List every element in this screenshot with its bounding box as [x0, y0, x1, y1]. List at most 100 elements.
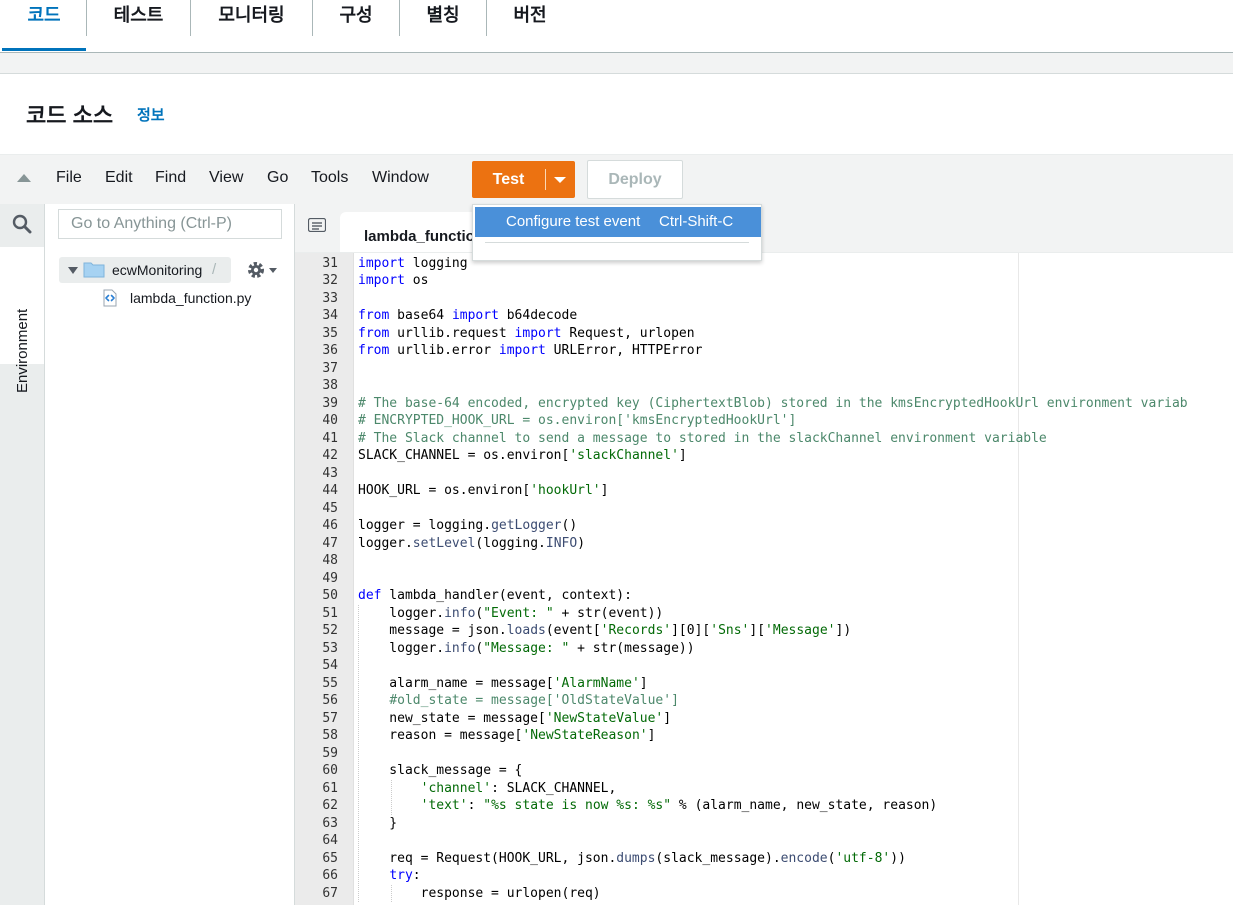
line-number: 39 [322, 395, 338, 411]
code-line: message = json.loads(event['Records'][0]… [358, 623, 852, 638]
code-line: import os [358, 273, 429, 288]
line-number: 41 [322, 430, 338, 446]
chevron-down-icon[interactable] [269, 268, 277, 273]
code-line: logger.setLevel(logging.INFO) [358, 535, 586, 551]
line-number: 59 [322, 745, 338, 761]
indent-guide [358, 604, 360, 902]
file-tree-panel: Go to Anything (Ctrl-P) ecwMonitoring / … [45, 204, 295, 905]
line-number: 44 [322, 483, 338, 498]
menu-file[interactable]: File [56, 169, 82, 187]
test-dropdown-menu: Configure test event Ctrl-Shift-C [472, 204, 762, 261]
line-number: 34 [322, 308, 338, 323]
tab-test[interactable]: 테스트 [87, 0, 190, 52]
python-file-icon [103, 289, 117, 307]
service-tabs: 코드 테스트 모니터링 구성 별칭 버전 [0, 0, 1233, 53]
line-number: 37 [322, 360, 338, 376]
ide-menubar: File Edit Find View Go Tools Window Test… [0, 154, 1233, 205]
tree-root-suffix: / [212, 261, 217, 278]
tree-root-folder[interactable]: ecwMonitoring / [59, 257, 231, 283]
tree-root-label: ecwMonitoring [112, 262, 203, 278]
menu-tools[interactable]: Tools [311, 169, 348, 187]
line-number: 61 [322, 780, 338, 796]
line-number: 53 [322, 640, 338, 656]
goto-anything-input[interactable]: Go to Anything (Ctrl-P) [58, 209, 282, 239]
chevron-down-icon[interactable] [554, 177, 566, 183]
code-line: alarm_name = message['AlarmName'] [358, 675, 648, 691]
code-line: import logging [358, 255, 468, 271]
line-number: 62 [322, 798, 338, 813]
line-number: 48 [322, 553, 338, 568]
line-number: 33 [322, 290, 338, 306]
line-number: 54 [322, 658, 338, 673]
environment-tab[interactable]: Environment [0, 247, 44, 393]
line-number: 67 [322, 885, 338, 901]
collapse-icon[interactable] [17, 174, 31, 182]
info-link[interactable]: 정보 [137, 104, 165, 125]
code-line: logger.info("Message: " + str(message)) [358, 640, 695, 656]
tab-versions[interactable]: 버전 [487, 0, 573, 52]
menu-window[interactable]: Window [372, 169, 429, 187]
print-margin [1018, 253, 1019, 905]
menu-item-shortcut: Ctrl-Shift-C [659, 213, 734, 230]
code-line: # The base-64 encoded, encrypted key (Ci… [358, 395, 1188, 411]
line-number: 55 [322, 675, 338, 691]
editor-tabbar: lambda_function.py [295, 204, 1233, 253]
code-line: SLACK_CHANNEL = os.environ['slackChannel… [358, 448, 687, 463]
code-line: slack_message = { [358, 763, 523, 778]
line-number: 32 [322, 273, 338, 288]
tabs-list-icon[interactable] [308, 218, 326, 232]
code-line: reason = message['NewStateReason'] [358, 728, 656, 743]
code-line: #old_state = message['OldStateValue'] [389, 693, 679, 708]
folder-icon [83, 262, 105, 278]
code-source-header: 코드 소스 정보 [0, 74, 1233, 154]
tab-monitoring[interactable]: 모니터링 [191, 0, 312, 52]
search-icon[interactable] [12, 214, 32, 234]
code-line: from base64 import b64decode [358, 308, 578, 323]
line-number: 52 [322, 623, 338, 638]
ide-side-strip: Environment [0, 204, 45, 905]
menu-edit[interactable]: Edit [105, 169, 133, 187]
line-number: 66 [322, 868, 338, 883]
code-line: } [358, 815, 398, 831]
code-line: # ENCRYPTED_HOOK_URL = os.environ['kmsEn… [358, 413, 797, 428]
code-line: new_state = message['NewStateValue'] [358, 710, 672, 726]
tab-configuration[interactable]: 구성 [313, 0, 399, 52]
tree-file-lambda[interactable]: lambda_function.py [130, 290, 251, 306]
caret-down-icon[interactable] [68, 267, 78, 274]
code-line: # The Slack channel to send a message to… [358, 430, 1047, 446]
test-button[interactable]: Test [472, 161, 575, 198]
menu-go[interactable]: Go [267, 169, 288, 187]
deploy-button[interactable]: Deploy [587, 160, 683, 199]
line-number: 45 [322, 500, 338, 516]
line-number: 36 [322, 343, 338, 358]
line-number: 35 [322, 325, 338, 341]
code-line: try: [389, 868, 421, 883]
line-number-gutter: 31 32 33 34 35 36 37 38 39 40 41 42 43 44 45 46 47 48 49 50… [295, 253, 354, 905]
code-line: logger = logging.getLogger() [358, 518, 578, 533]
tab-code[interactable]: 코드 [2, 0, 86, 52]
code-line: req = Request(HOOK_URL, json.dumps(slack… [358, 850, 906, 866]
configure-test-event-item[interactable]: Configure test event Ctrl-Shift-C [475, 207, 761, 237]
code-editor[interactable]: import logging import os from base64 impor… [354, 253, 1233, 905]
code-line: 'text': "%s state is now %s: %s" % (alar… [420, 798, 938, 813]
test-button-label[interactable]: Test [472, 161, 545, 198]
line-number: 63 [322, 815, 338, 831]
indent-guide [391, 779, 393, 815]
code-line: from urllib.request import Request, urlo… [358, 325, 695, 341]
menu-item-label: Configure test event [506, 213, 641, 230]
code-line: def lambda_handler(event, context): [358, 588, 632, 603]
line-number: 47 [322, 535, 338, 551]
code-line: HOOK_URL = os.environ['hookUrl'] [358, 483, 609, 498]
menu-divider [485, 242, 749, 243]
line-number: 40 [322, 413, 338, 428]
line-number: 31 [322, 255, 338, 271]
code-line: logger.info("Event: " + str(event)) [358, 605, 664, 621]
gear-icon[interactable] [246, 260, 266, 280]
page-title: 코드 소스 [26, 103, 114, 128]
code-line: response = urlopen(req) [358, 885, 601, 901]
menu-find[interactable]: Find [155, 169, 186, 187]
line-number: 60 [322, 763, 338, 778]
active-tab-indicator [2, 48, 86, 51]
tab-aliases[interactable]: 별칭 [400, 0, 486, 52]
menu-view[interactable]: View [209, 169, 243, 187]
